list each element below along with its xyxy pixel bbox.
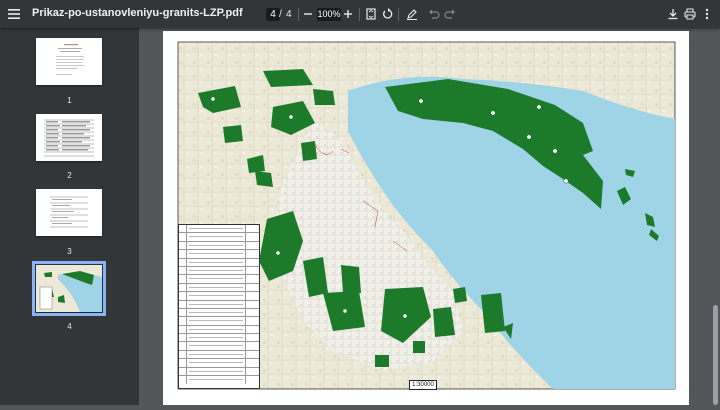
page-thumbnail-3[interactable]: [36, 189, 102, 236]
menu-icon[interactable]: [4, 4, 24, 24]
page-thumbnail-2[interactable]: [36, 114, 102, 161]
page-number-input[interactable]: 4: [266, 8, 280, 21]
zoom-out-button[interactable]: [298, 4, 318, 24]
more-options-icon[interactable]: [697, 4, 717, 24]
thumbnail-label: 3: [67, 247, 72, 256]
thumbnail-sidebar: 1 2 3 4: [0, 28, 139, 405]
thumbnail-label: 2: [67, 171, 72, 180]
page-thumbnail-1[interactable]: [36, 38, 102, 85]
vertical-scrollbar[interactable]: [713, 305, 718, 405]
map-scale-label: 1:30000: [409, 380, 437, 390]
toolbar-divider: [398, 8, 399, 21]
map-legend-table: [178, 224, 260, 389]
page-separator: /: [279, 9, 282, 20]
total-pages: 4: [286, 9, 292, 20]
document-title: Prikaz-po-ustanovleniyu-granits-LZP.pdf: [32, 7, 243, 19]
rotate-icon[interactable]: [378, 4, 398, 24]
thumbnail-label: 4: [67, 322, 72, 331]
redo-icon[interactable]: [440, 4, 460, 24]
zoom-in-button[interactable]: [338, 4, 358, 24]
toolbar-divider: [359, 8, 360, 21]
pdf-toolbar: Prikaz-po-ustanovleniyu-granits-LZP.pdf …: [0, 0, 720, 28]
page-thumbnail-4[interactable]: [32, 261, 106, 316]
annotate-pen-icon[interactable]: [402, 4, 422, 24]
thumbnail-label: 1: [67, 96, 72, 105]
